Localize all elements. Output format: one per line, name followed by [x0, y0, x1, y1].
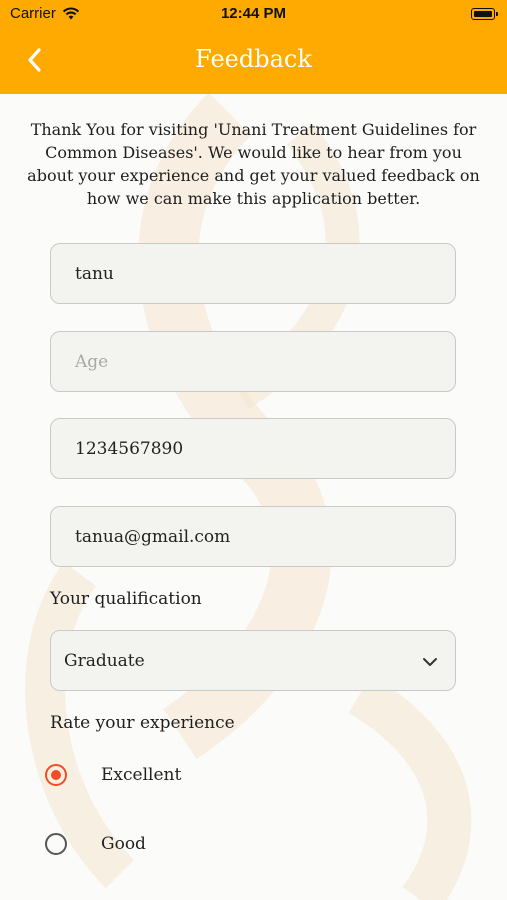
rating-option-label: Excellent	[101, 765, 182, 785]
email-field[interactable]	[50, 506, 456, 567]
rating-label: Rate your experience	[50, 713, 235, 733]
rating-option-label: Good	[101, 834, 146, 854]
age-field[interactable]	[50, 331, 456, 392]
radio-selected-icon	[45, 764, 67, 786]
qualification-dropdown[interactable]: Graduate	[50, 630, 456, 691]
status-time: 12:44 PM	[220, 5, 287, 22]
name-field[interactable]	[50, 243, 456, 304]
status-bar: Carrier 12:44 PM	[0, 0, 507, 28]
radio-unselected-icon	[45, 833, 67, 855]
navigation-bar: Feedback	[0, 28, 507, 94]
page-title: Feedback	[195, 45, 312, 73]
phone-field[interactable]	[50, 418, 456, 479]
rating-option-excellent[interactable]: Excellent	[45, 764, 181, 786]
qualification-value: Graduate	[64, 651, 145, 671]
intro-text: Thank You for visiting 'Unani Treatment …	[27, 120, 480, 208]
qualification-label: Your qualification	[50, 589, 202, 609]
rating-option-good[interactable]: Good	[45, 833, 146, 855]
chevron-down-icon	[423, 658, 437, 666]
battery-icon	[471, 8, 498, 20]
